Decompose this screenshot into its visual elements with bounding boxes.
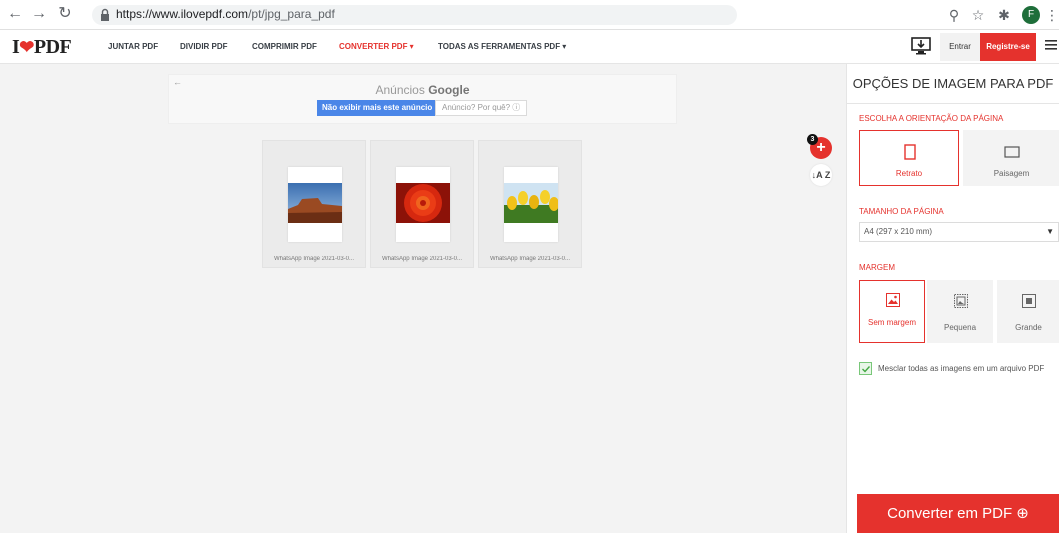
file-card[interactable]: WhatsApp Image 2021-03-0... bbox=[262, 140, 366, 268]
desktop-download-icon[interactable] bbox=[910, 35, 932, 57]
merge-images-checkbox[interactable] bbox=[859, 362, 872, 375]
hamburger-menu-icon[interactable] bbox=[1045, 38, 1057, 52]
chevron-down-icon: ▼ bbox=[1046, 227, 1054, 236]
image-large-margin-icon bbox=[1022, 294, 1036, 308]
back-arrow-icon[interactable]: ← bbox=[6, 5, 24, 23]
file-workspace: ← Anúncios Google Não exibir mais este a… bbox=[0, 64, 846, 533]
forward-arrow-icon[interactable]: → bbox=[30, 5, 48, 23]
nav-todas-ferramentas[interactable]: TODAS AS FERRAMENTAS PDF ▾ bbox=[438, 42, 566, 51]
tulips-image-thumbnail bbox=[504, 183, 558, 223]
lock-icon bbox=[101, 8, 109, 21]
margin-none-option[interactable]: Sem margem bbox=[859, 280, 925, 343]
convert-to-pdf-button[interactable]: Converter em PDF ⊕ bbox=[857, 494, 1059, 533]
page-size-label: TAMANHO DA PÁGINA bbox=[859, 207, 944, 216]
page-size-select[interactable]: A4 (297 x 210 mm) ▼ bbox=[859, 222, 1059, 242]
nav-comprimir-pdf[interactable]: COMPRIMIR PDF bbox=[252, 42, 317, 51]
zoom-icon[interactable]: ⚲ bbox=[944, 5, 964, 25]
nav-converter-pdf[interactable]: CONVERTER PDF ▾ bbox=[339, 42, 414, 51]
merge-images-label: Mesclar todas as imagens em um arquivo P… bbox=[878, 364, 1045, 373]
file-name: WhatsApp Image 2021-03-0... bbox=[381, 256, 463, 262]
sidebar-divider bbox=[847, 103, 1059, 104]
merge-images-row[interactable]: Mesclar todas as imagens em um arquivo P… bbox=[859, 362, 1059, 376]
login-button[interactable]: Entrar bbox=[940, 33, 980, 61]
options-sidebar: OPÇÕES DE IMAGEM PARA PDF ESCOLHA A ORIE… bbox=[846, 64, 1059, 533]
flower-image-thumbnail bbox=[396, 183, 450, 223]
browser-menu-icon[interactable]: ⋮ bbox=[1042, 5, 1059, 25]
margin-large-option[interactable]: Grande bbox=[997, 280, 1059, 343]
address-bar[interactable]: https://www.ilovepdf.com/pt/jpg_para_pdf bbox=[92, 5, 737, 25]
file-card[interactable]: WhatsApp Image 2021-03-0... bbox=[370, 140, 474, 268]
orientation-landscape-option[interactable]: Paisagem bbox=[963, 130, 1059, 186]
extension-puzzle-icon[interactable]: ✱ bbox=[994, 5, 1014, 25]
file-thumbnail bbox=[504, 167, 558, 242]
portrait-page-icon bbox=[904, 144, 916, 160]
checkmark-icon bbox=[862, 366, 871, 373]
orientation-portrait-option[interactable]: Retrato bbox=[859, 130, 959, 186]
ad-title: Anúncios Google bbox=[375, 83, 470, 97]
sidebar-title: OPÇÕES DE IMAGEM PARA PDF bbox=[852, 76, 1054, 91]
star-icon[interactable]: ☆ bbox=[968, 5, 988, 25]
browser-toolbar: ← → ↻ https://www.ilovepdf.com/pt/jpg_pa… bbox=[0, 0, 1059, 30]
why-ad-button[interactable]: Anúncio? Por quê? ⓘ bbox=[435, 100, 528, 116]
nav-juntar-pdf[interactable]: JUNTAR PDF bbox=[108, 42, 158, 51]
landscape-page-icon bbox=[1004, 146, 1020, 158]
margin-small-option[interactable]: Pequena bbox=[927, 280, 993, 343]
margin-label: MARGEM bbox=[859, 263, 895, 272]
file-name: WhatsApp Image 2021-03-0... bbox=[489, 256, 571, 262]
heart-icon: ❤ bbox=[19, 37, 34, 57]
url-text: https://www.ilovepdf.com/pt/jpg_para_pdf bbox=[116, 7, 335, 21]
profile-avatar[interactable]: F bbox=[1022, 6, 1040, 24]
sort-files-button[interactable]: ↓A Z bbox=[810, 164, 832, 186]
file-thumbnail bbox=[288, 167, 342, 242]
image-no-margin-icon bbox=[886, 293, 900, 307]
google-ad-banner: ← Anúncios Google Não exibir mais este a… bbox=[168, 74, 677, 124]
ilovepdf-logo[interactable]: I❤PDF bbox=[12, 36, 72, 58]
register-button[interactable]: Registre-se bbox=[980, 33, 1036, 61]
orientation-label: ESCOLHA A ORIENTAÇÃO DA PÁGINA bbox=[859, 114, 1004, 123]
reload-icon[interactable]: ↻ bbox=[56, 5, 74, 23]
site-header: I❤PDF JUNTAR PDF DIVIDIR PDF COMPRIMIR P… bbox=[0, 30, 1059, 64]
hide-ad-button[interactable]: Não exibir mais este anúncio bbox=[317, 100, 438, 116]
image-small-margin-icon bbox=[954, 294, 968, 308]
desert-image-thumbnail bbox=[288, 183, 342, 223]
file-name: WhatsApp Image 2021-03-0... bbox=[273, 256, 355, 262]
file-count-badge: 3 bbox=[807, 134, 818, 145]
nav-dividir-pdf[interactable]: DIVIDIR PDF bbox=[180, 42, 228, 51]
file-thumbnail bbox=[396, 167, 450, 242]
file-card[interactable]: WhatsApp Image 2021-03-0... bbox=[478, 140, 582, 268]
